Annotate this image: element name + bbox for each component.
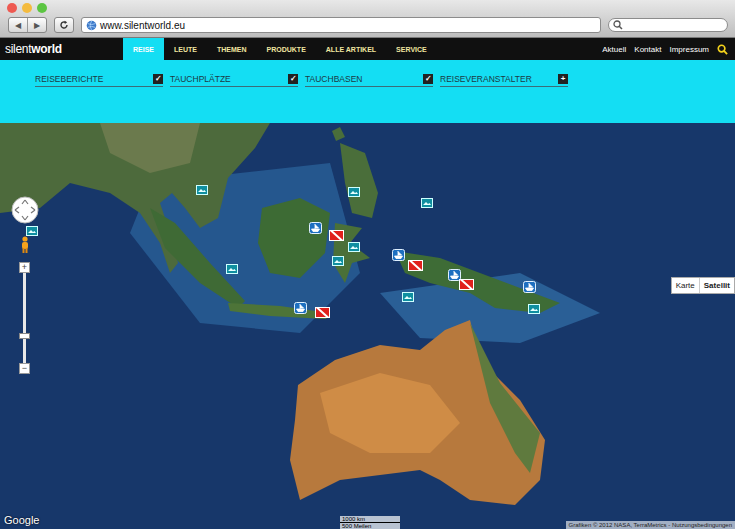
filter-item[interactable]: REISEVERANSTALTER+ — [440, 72, 568, 87]
flag-pin[interactable] — [408, 260, 423, 271]
minimize-button[interactable] — [22, 3, 32, 13]
photo-pin[interactable] — [528, 304, 540, 314]
scale-bar: 1000 km500 Meilen — [340, 516, 400, 529]
zoom-out-button[interactable]: − — [19, 363, 30, 374]
boat-icon — [309, 222, 322, 234]
address-field[interactable]: www.silentworld.eu — [81, 17, 601, 33]
filter-item[interactable]: REISEBERICHTE✓ — [35, 72, 163, 87]
dive-flag-icon — [459, 279, 474, 290]
zoom-control: +− — [19, 262, 30, 374]
reload-button[interactable] — [54, 17, 74, 33]
photo-pin[interactable] — [226, 264, 238, 274]
base-pin[interactable] — [309, 222, 322, 234]
nav-tab[interactable]: PRODUKTE — [257, 38, 316, 60]
zoom-thumb[interactable] — [19, 333, 30, 339]
google-logo[interactable]: Google — [4, 514, 39, 526]
zoom-slider[interactable] — [23, 273, 26, 363]
satellite-imagery — [0, 123, 735, 529]
photo-pin[interactable] — [332, 256, 344, 266]
dive-flag-icon — [315, 307, 330, 318]
zoom-in-button[interactable]: + — [19, 262, 30, 273]
forward-button[interactable]: ▶ — [27, 18, 46, 32]
filter-bar: REISEBERICHTE✓ TAUCHPLÄTZE✓ TAUCHBASEN✓ REI… — [0, 60, 735, 123]
search-icon[interactable] — [717, 44, 728, 55]
back-button[interactable]: ◀ — [9, 18, 27, 32]
street-view-control[interactable] — [20, 236, 30, 254]
close-button[interactable] — [7, 3, 17, 13]
nav-tab[interactable]: LEUTE — [164, 38, 207, 60]
camera-icon — [196, 185, 208, 195]
filter-checkbox[interactable]: ✓ — [423, 74, 433, 84]
photo-pin[interactable] — [421, 198, 433, 208]
nav-tab[interactable]: THEMEN — [207, 38, 257, 60]
nav-tabs: REISELEUTETHEMENPRODUKTEALLE ARTIKELSERV… — [123, 38, 437, 60]
map-type-control: KarteSatellit — [671, 277, 735, 294]
map[interactable]: +−KarteSatellitGoogle1000 km500 MeilenGr… — [0, 123, 735, 529]
nav-tab[interactable]: ALLE ARTIKEL — [316, 38, 386, 60]
map-type-button[interactable]: Karte — [672, 278, 699, 293]
filter-checkbox[interactable]: ✓ — [288, 74, 298, 84]
boat-icon — [523, 281, 536, 293]
zoom-button[interactable] — [37, 3, 47, 13]
filter-item[interactable]: TAUCHPLÄTZE✓ — [170, 72, 298, 87]
photo-pin[interactable] — [402, 292, 414, 302]
camera-icon — [421, 198, 433, 208]
pan-control[interactable] — [11, 196, 39, 224]
base-pin[interactable] — [523, 281, 536, 293]
boat-icon — [392, 249, 405, 261]
map-attribution: Grafiken © 2012 NASA, TerraMetrics - Nut… — [566, 521, 735, 529]
browser-window: ◀▶ www.silentworld.eu silentworldREISELEUT… — [0, 0, 735, 529]
nav-link[interactable]: Kontakt — [634, 45, 661, 54]
camera-icon — [26, 226, 38, 236]
window-controls — [0, 0, 735, 14]
camera-icon — [402, 292, 414, 302]
filter-item[interactable]: TAUCHBASEN✓ — [305, 72, 433, 87]
nav-tab[interactable]: REISE — [123, 38, 164, 60]
nav-link[interactable]: Impressum — [669, 45, 709, 54]
dive-flag-icon — [408, 260, 423, 271]
camera-icon — [528, 304, 540, 314]
magnifier-icon — [613, 20, 625, 30]
base-pin[interactable] — [294, 302, 307, 314]
nav-links: Aktuell Kontakt Impressum — [602, 38, 735, 60]
photo-pin[interactable] — [348, 187, 360, 197]
photo-pin[interactable] — [26, 226, 38, 236]
camera-icon — [226, 264, 238, 274]
dive-flag-icon — [329, 230, 344, 241]
nav-link[interactable]: Aktuell — [602, 45, 626, 54]
camera-icon — [332, 256, 344, 266]
photo-pin[interactable] — [196, 185, 208, 195]
flag-pin[interactable] — [329, 230, 344, 241]
site-nav: silentworldREISELEUTETHEMENPRODUKTEALLE … — [0, 38, 735, 60]
map-type-button[interactable]: Satellit — [699, 278, 734, 293]
camera-icon — [348, 187, 360, 197]
flag-pin[interactable] — [315, 307, 330, 318]
reload-icon — [59, 20, 69, 30]
search-field[interactable] — [608, 18, 728, 32]
pegman-icon — [20, 236, 30, 254]
flag-pin[interactable] — [459, 279, 474, 290]
filter-checkbox[interactable]: + — [558, 74, 568, 84]
photo-pin[interactable] — [348, 242, 360, 252]
boat-icon — [294, 302, 307, 314]
site-logo[interactable]: silentworld — [0, 38, 123, 60]
filter-checkbox[interactable]: ✓ — [153, 74, 163, 84]
toolbar: ◀▶ www.silentworld.eu — [0, 14, 735, 33]
base-pin[interactable] — [392, 249, 405, 261]
browser-chrome: ◀▶ www.silentworld.eu — [0, 0, 735, 38]
pan-arrows-icon — [11, 196, 39, 224]
history-buttons: ◀▶ — [8, 17, 47, 33]
nav-tab[interactable]: SERVICE — [386, 38, 437, 60]
camera-icon — [348, 242, 360, 252]
globe-icon — [86, 20, 97, 31]
